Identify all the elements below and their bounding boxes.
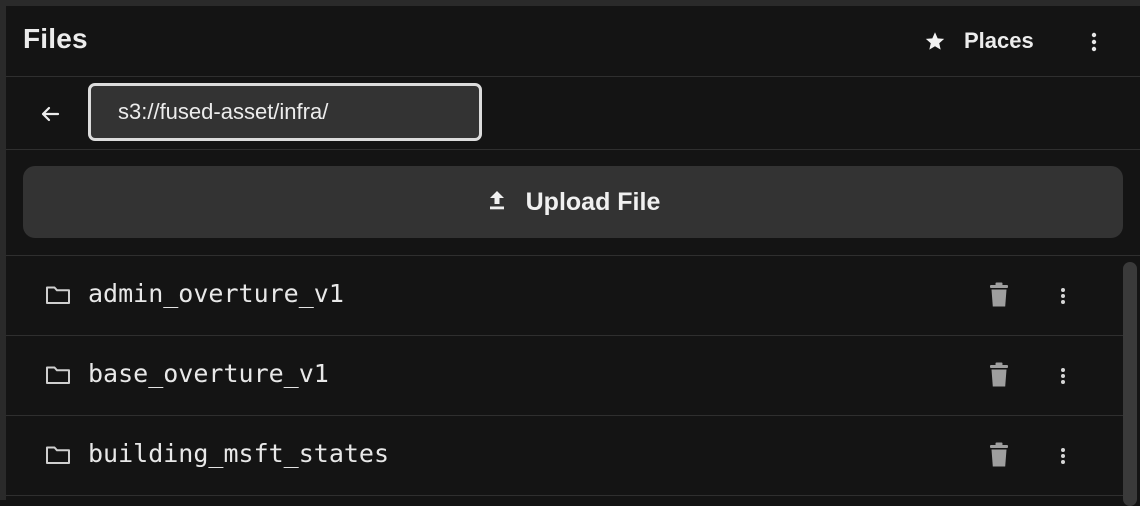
folder-icon [46, 366, 70, 384]
list-item[interactable]: admin_overture_v1 [6, 256, 1123, 336]
file-name: base_overture_v1 [88, 359, 329, 388]
more-vert-icon [1061, 448, 1065, 464]
folder-icon [46, 286, 70, 304]
upload-icon [486, 188, 508, 217]
more-vert-icon [1061, 368, 1065, 384]
more-options-button[interactable] [1082, 28, 1106, 56]
files-panel: Files Places s3://fused-asset/infra/ Upl… [0, 0, 1140, 506]
upload-file-label: Upload File [525, 187, 661, 216]
path-bar [6, 77, 1140, 150]
row-more-options-button[interactable] [1051, 362, 1075, 390]
upload-area: Upload File [6, 150, 1140, 256]
file-list: admin_overture_v1 base_overture_v1 build… [6, 256, 1140, 506]
delete-button[interactable] [986, 280, 1012, 310]
upload-file-button[interactable]: Upload File [23, 166, 1123, 238]
more-vert-icon [1061, 288, 1065, 304]
trash-icon [990, 442, 1008, 467]
folder-icon [46, 446, 70, 464]
places-button[interactable]: Places [924, 25, 1034, 57]
list-item[interactable]: base_overture_v1 [6, 336, 1123, 416]
scrollbar[interactable] [1123, 262, 1137, 506]
path-input[interactable] [88, 83, 482, 141]
more-vert-icon [1091, 32, 1097, 52]
places-label: Places [964, 28, 1034, 53]
list-item[interactable]: building_msft_states [6, 416, 1123, 496]
row-more-options-button[interactable] [1051, 442, 1075, 470]
delete-button[interactable] [986, 360, 1012, 390]
star-icon [924, 30, 946, 52]
back-button[interactable] [36, 100, 64, 128]
row-more-options-button[interactable] [1051, 282, 1075, 310]
file-name: admin_overture_v1 [88, 279, 344, 308]
trash-icon [990, 282, 1008, 307]
panel-header: Files Places [6, 6, 1140, 77]
arrow-back-icon [41, 106, 60, 122]
file-name: building_msft_states [88, 439, 390, 468]
delete-button[interactable] [986, 440, 1012, 470]
trash-icon [990, 362, 1008, 387]
page-title: Files [23, 23, 88, 54]
